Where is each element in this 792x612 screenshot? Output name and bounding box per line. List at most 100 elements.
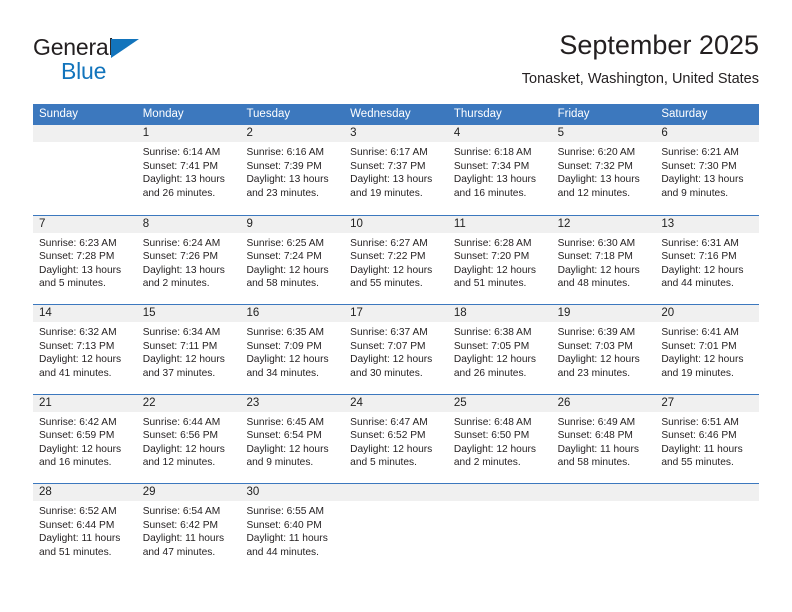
calendar-day-cell[interactable]: 16 Sunrise: 6:35 AM Sunset: 7:09 PM Dayligh… — [240, 305, 345, 394]
dow-wednesday: Wednesday — [350, 108, 411, 120]
daylight-line-2: and 41 minutes. — [39, 367, 112, 379]
calendar-day-cell[interactable]: 2 Sunrise: 6:16 AM Sunset: 7:39 PM Daylight… — [240, 125, 345, 215]
daylight-line-1: Daylight: 12 hours — [39, 443, 122, 455]
sunset-time: Sunset: 7:11 PM — [142, 340, 218, 352]
daylight-line-2: and 47 minutes. — [142, 546, 216, 558]
calendar-day-cell[interactable]: 27 Sunrise: 6:51 AM Sunset: 6:46 PM Dayligh… — [655, 394, 760, 484]
daylight-line-1: Daylight: 13 hours — [142, 174, 225, 186]
daylight-line-1: Daylight: 12 hours — [246, 264, 329, 276]
calendar-day-cell[interactable]: 30 Sunrise: 6:55 AM Sunset: 6:40 PM Dayligh… — [240, 484, 345, 573]
sunset-time: Sunset: 7:24 PM — [246, 251, 322, 263]
day-number: 10 — [344, 215, 448, 233]
dow-monday: Monday — [142, 108, 184, 120]
day-details: Sunrise: 6:27 AM Sunset: 7:22 PM Daylight:… — [344, 233, 448, 291]
day-details: Sunrise: 6:20 AM Sunset: 7:32 PM Daylight:… — [552, 142, 656, 200]
calendar-day-cell[interactable]: 26 Sunrise: 6:49 AM Sunset: 6:48 PM Dayligh… — [551, 394, 656, 484]
day-details: Sunrise: 6:41 AM Sunset: 7:01 PM Daylight:… — [655, 322, 759, 380]
day-number — [655, 484, 760, 501]
sunrise-time: Sunrise: 6:55 AM — [246, 506, 325, 517]
calendar-day-cell[interactable]: 11 Sunrise: 6:28 AM Sunset: 7:20 PM Dayligh… — [447, 215, 552, 305]
day-number: 12 — [551, 215, 656, 233]
daylight-line-1: Daylight: 12 hours — [453, 264, 536, 276]
daylight-line-2: and 37 minutes. — [142, 367, 216, 379]
day-details: Sunrise: 6:48 AM Sunset: 6:50 PM Daylight:… — [448, 412, 552, 470]
general-blue-logo[interactable]: General Blue — [33, 36, 183, 88]
calendar-day-cell[interactable]: 19 Sunrise: 6:39 AM Sunset: 7:03 PM Dayligh… — [551, 305, 656, 394]
daylight-line-2: and 58 minutes. — [557, 457, 631, 469]
daylight-line-2: and 9 minutes. — [246, 457, 314, 469]
calendar-day-cell[interactable]: 6 Sunrise: 6:21 AM Sunset: 7:30 PM Daylight… — [655, 125, 760, 215]
day-details: Sunrise: 6:25 AM Sunset: 7:24 PM Daylight:… — [240, 233, 344, 291]
calendar-day-cell[interactable]: 17 Sunrise: 6:37 AM Sunset: 7:07 PM Dayligh… — [344, 305, 448, 394]
calendar-day-cell[interactable]: 22 Sunrise: 6:44 AM Sunset: 6:56 PM Dayligh… — [136, 394, 241, 484]
day-details: Sunrise: 6:35 AM Sunset: 7:09 PM Daylight:… — [240, 322, 344, 380]
sunrise-time: Sunrise: 6:31 AM — [661, 237, 739, 249]
sunrise-time: Sunrise: 6:21 AM — [661, 147, 739, 158]
day-details: Sunrise: 6:28 AM Sunset: 7:20 PM Daylight:… — [448, 233, 552, 291]
sunrise-time: Sunrise: 6:54 AM — [142, 506, 221, 517]
daylight-line-1: Daylight: 12 hours — [350, 443, 433, 455]
calendar-week-row: 1 Sunrise: 6:14 AM Sunset: 7:41 PM Daylight… — [33, 125, 760, 215]
logo-top-row: General — [33, 36, 183, 62]
day-number: 22 — [136, 394, 241, 412]
dow-thursday: Thursday — [453, 108, 502, 120]
day-details: Sunrise: 6:23 AM Sunset: 7:28 PM Daylight:… — [33, 233, 137, 291]
calendar-day-cell[interactable]: 20 Sunrise: 6:41 AM Sunset: 7:01 PM Dayligh… — [655, 305, 760, 394]
daylight-line-1: Daylight: 13 hours — [453, 174, 536, 186]
day-number: 26 — [551, 394, 656, 412]
daylight-line-1: Daylight: 12 hours — [661, 264, 744, 276]
calendar-day-cell[interactable]: 9 Sunrise: 6:25 AM Sunset: 7:24 PM Daylight… — [240, 215, 345, 305]
day-details: Sunrise: 6:16 AM Sunset: 7:39 PM Daylight:… — [240, 142, 344, 200]
sunrise-time: Sunrise: 6:38 AM — [453, 327, 532, 338]
calendar-day-cell[interactable]: 23 Sunrise: 6:45 AM Sunset: 6:54 PM Dayligh… — [240, 394, 345, 484]
sunrise-time: Sunrise: 6:30 AM — [557, 237, 636, 249]
page-title: September 2025 — [559, 30, 759, 60]
calendar-day-cell[interactable]: 5 Sunrise: 6:20 AM Sunset: 7:32 PM Daylight… — [551, 125, 656, 215]
calendar-day-cell[interactable]: 25 Sunrise: 6:48 AM Sunset: 6:50 PM Dayligh… — [447, 394, 552, 484]
calendar-page: General Blue September 2025 Tonasket, Wa… — [0, 0, 792, 612]
page-header: General Blue September 2025 Tonasket, Wa… — [33, 28, 759, 98]
calendar-day-cell[interactable]: 24 Sunrise: 6:47 AM Sunset: 6:52 PM Dayligh… — [344, 394, 448, 484]
calendar-day-cell[interactable]: 4 Sunrise: 6:18 AM Sunset: 7:34 PM Daylight… — [447, 125, 552, 215]
calendar-day-cell[interactable]: 1 Sunrise: 6:14 AM Sunset: 7:41 PM Daylight… — [136, 125, 241, 215]
sunset-time: Sunset: 6:48 PM — [557, 430, 633, 442]
calendar-day-cell[interactable]: 10 Sunrise: 6:27 AM Sunset: 7:22 PM Dayligh… — [344, 215, 448, 305]
calendar-day-cell[interactable]: 14 Sunrise: 6:32 AM Sunset: 7:13 PM Dayligh… — [33, 305, 137, 394]
daylight-line-2: and 2 minutes. — [453, 457, 521, 469]
day-number: 13 — [655, 215, 760, 233]
calendar-day-cell[interactable]: 12 Sunrise: 6:30 AM Sunset: 7:18 PM Dayligh… — [551, 215, 656, 305]
calendar-day-cell[interactable]: 21 Sunrise: 6:42 AM Sunset: 6:59 PM Dayligh… — [33, 394, 137, 484]
sunset-time: Sunset: 7:26 PM — [142, 251, 219, 263]
sunrise-time: Sunrise: 6:17 AM — [350, 147, 428, 158]
daylight-line-2: and 44 minutes. — [246, 546, 319, 558]
calendar-week-row: 14 Sunrise: 6:32 AM Sunset: 7:13 PM Dayligh… — [33, 304, 760, 394]
calendar-day-cell[interactable]: 8 Sunrise: 6:24 AM Sunset: 7:26 PM Daylight… — [136, 215, 241, 305]
day-details: Sunrise: 6:47 AM Sunset: 6:52 PM Daylight:… — [344, 412, 448, 470]
daylight-line-1: Daylight: 11 hours — [142, 533, 225, 545]
sunrise-time: Sunrise: 6:41 AM — [661, 327, 739, 338]
daylight-line-1: Daylight: 12 hours — [661, 354, 744, 366]
calendar-weeks: 1 Sunrise: 6:14 AM Sunset: 7:41 PM Daylight… — [33, 125, 760, 573]
sunrise-time: Sunrise: 6:49 AM — [557, 416, 636, 428]
calendar-day-cell[interactable]: 7 Sunrise: 6:23 AM Sunset: 7:28 PM Daylight… — [33, 215, 137, 305]
sunset-time: Sunset: 6:46 PM — [661, 430, 737, 442]
calendar-day-cell[interactable]: 15 Sunrise: 6:34 AM Sunset: 7:11 PM Dayligh… — [136, 305, 241, 394]
calendar-day-cell[interactable]: 18 Sunrise: 6:38 AM Sunset: 7:05 PM Dayligh… — [447, 305, 552, 394]
sunset-time: Sunset: 7:41 PM — [142, 160, 219, 172]
day-number: 21 — [33, 394, 137, 412]
daylight-line-2: and 5 minutes. — [350, 457, 417, 469]
day-number — [33, 125, 137, 142]
daylight-line-2: and 44 minutes. — [661, 278, 734, 290]
sunset-time: Sunset: 7:34 PM — [453, 160, 530, 172]
calendar-day-cell[interactable]: 13 Sunrise: 6:31 AM Sunset: 7:16 PM Dayligh… — [655, 215, 760, 305]
calendar-day-cell[interactable]: 29 Sunrise: 6:54 AM Sunset: 6:42 PM Dayligh… — [136, 484, 241, 573]
day-number: 5 — [551, 125, 656, 142]
day-number: 29 — [136, 484, 241, 501]
calendar-week-row: 28 Sunrise: 6:52 AM Sunset: 6:44 PM Dayligh… — [33, 483, 760, 573]
daylight-line-1: Daylight: 12 hours — [142, 354, 225, 366]
dow-friday: Friday — [557, 108, 590, 120]
day-number: 20 — [655, 305, 760, 322]
calendar-day-cell[interactable]: 28 Sunrise: 6:52 AM Sunset: 6:44 PM Dayligh… — [33, 484, 137, 573]
day-number: 16 — [240, 305, 345, 322]
calendar-day-cell[interactable]: 3 Sunrise: 6:17 AM Sunset: 7:37 PM Daylight… — [344, 125, 448, 215]
